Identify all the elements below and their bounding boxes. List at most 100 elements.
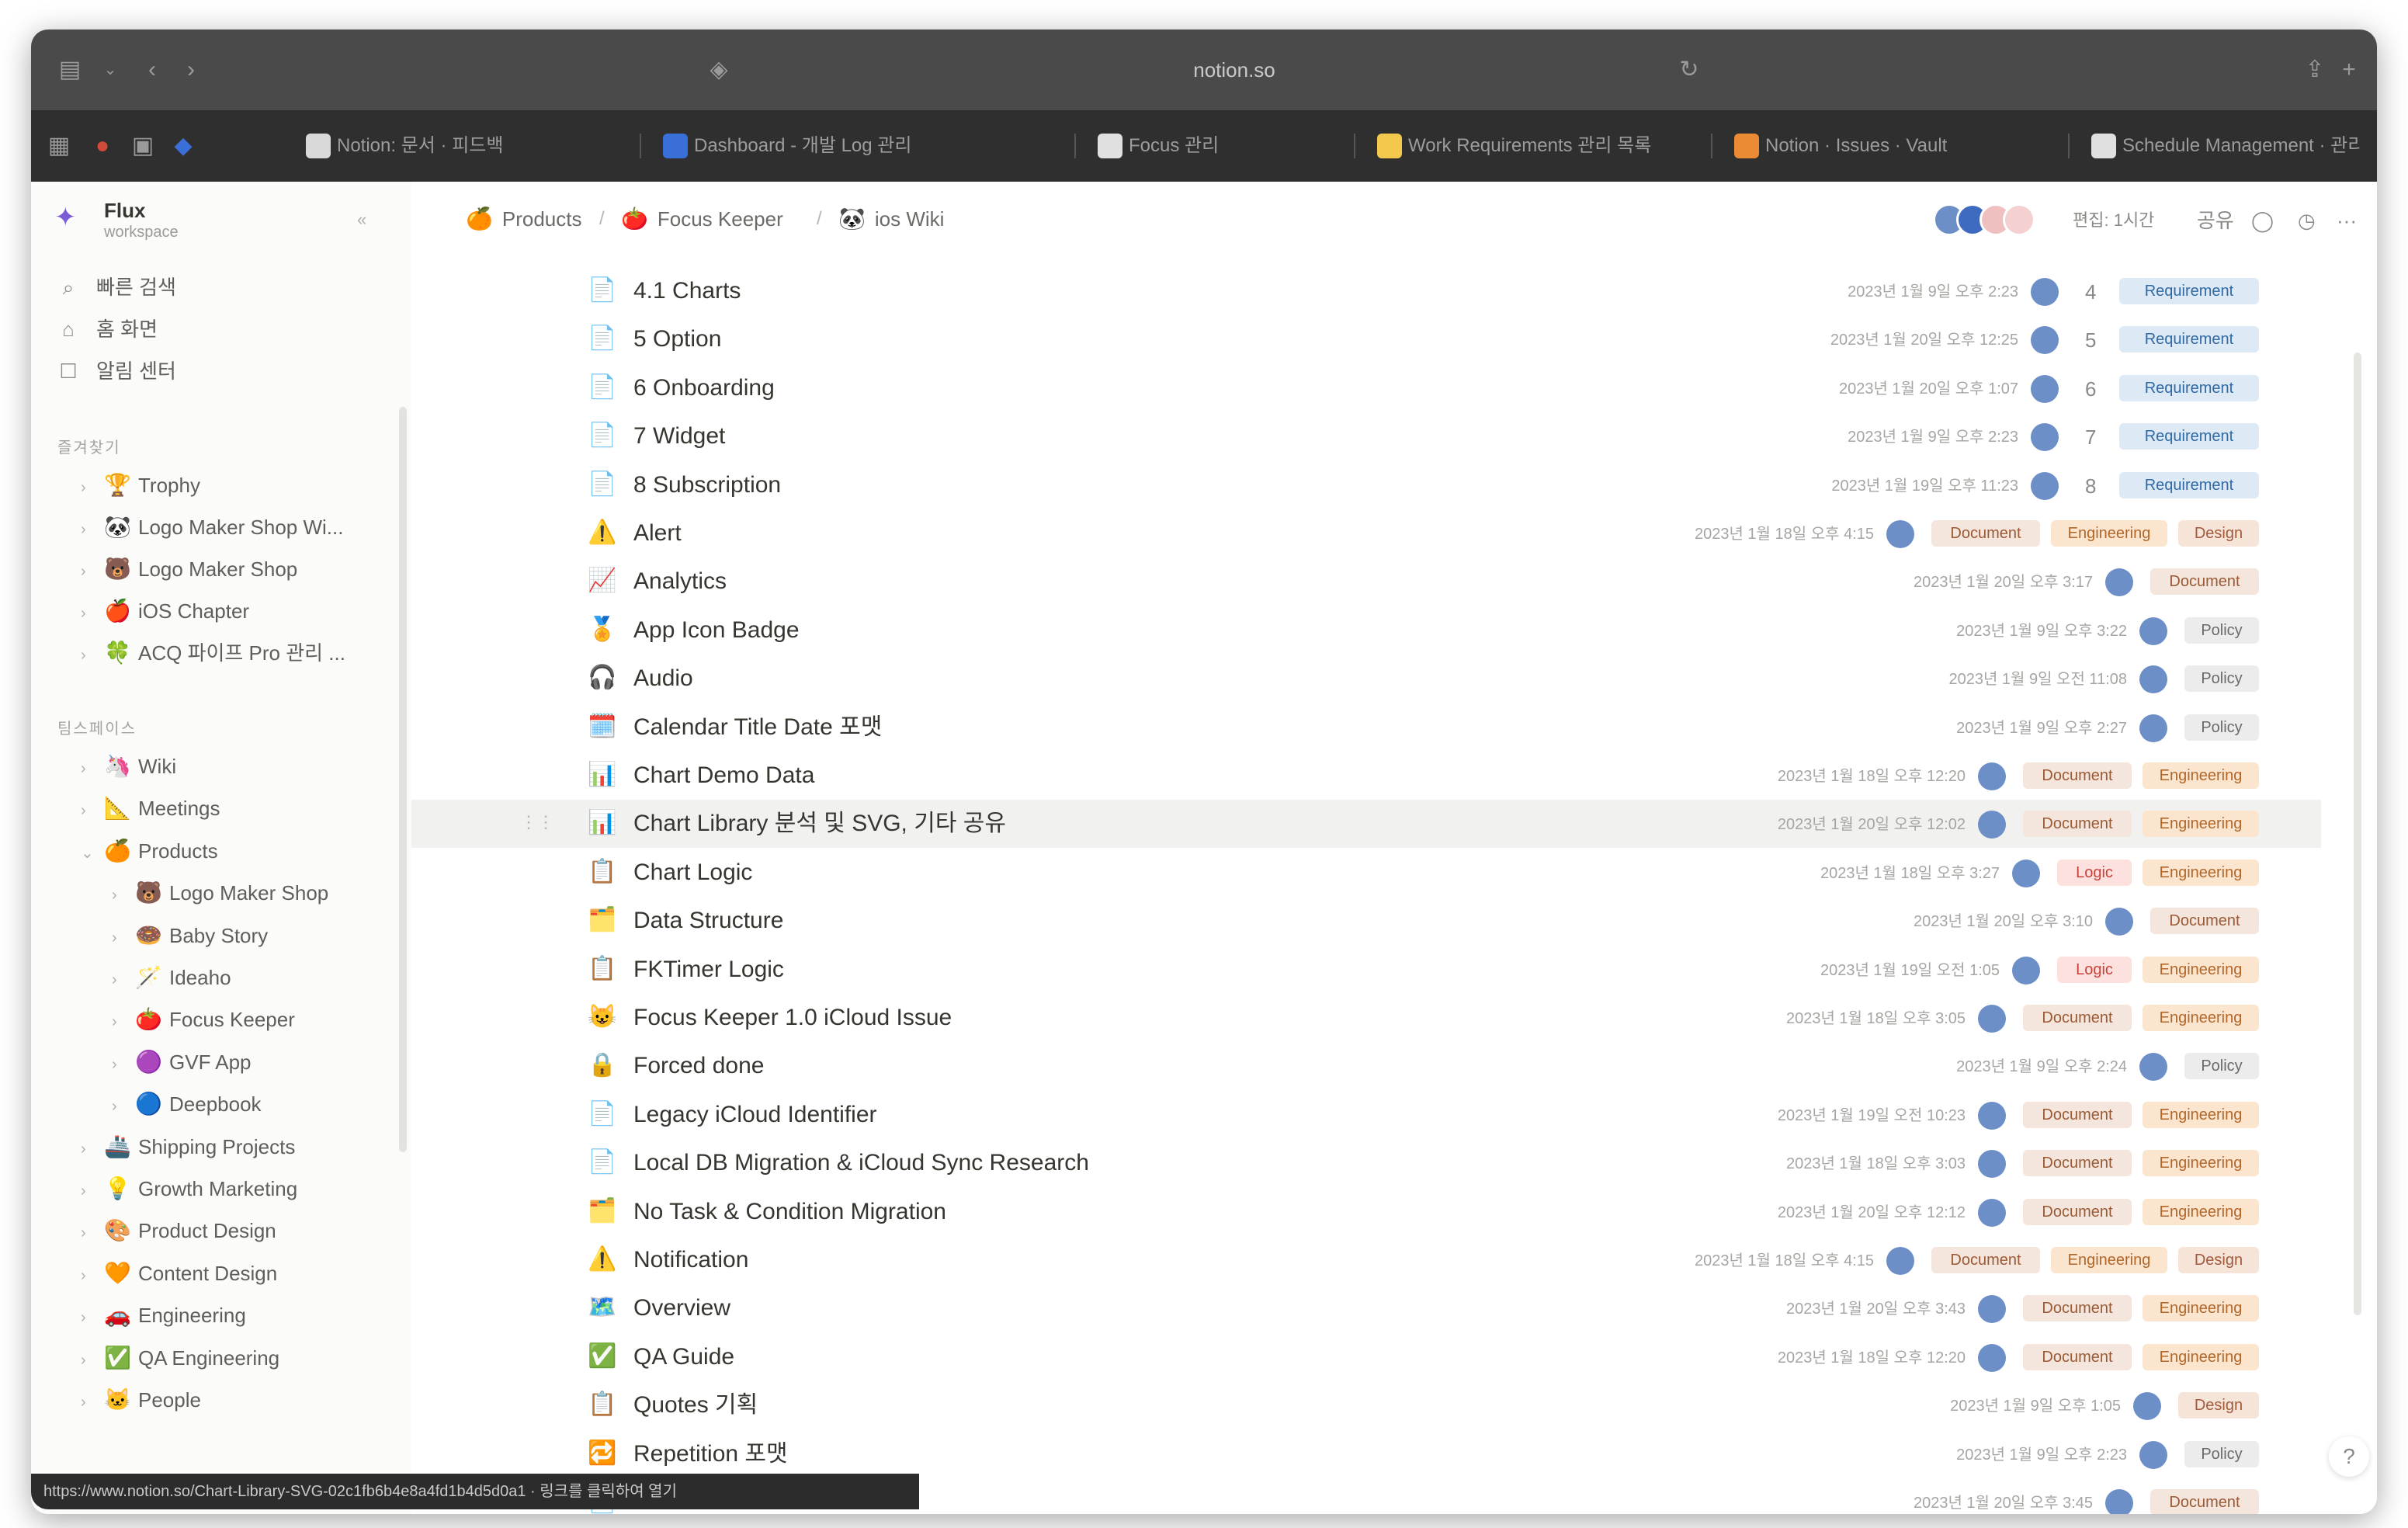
browser-tab[interactable]: Work Requirements 관리 목록: [1366, 121, 1692, 171]
chevron-right-icon[interactable]: ›: [112, 1045, 135, 1084]
sidebar-tree-item[interactable]: › 🪄 Ideaho: [112, 958, 231, 997]
chevron-right-icon[interactable]: ›: [81, 594, 104, 633]
table-row[interactable]: 📄 Local DB Migration & iCloud Sync Resear…: [411, 1139, 2321, 1187]
row-title[interactable]: Local DB Migration & iCloud Sync Researc…: [633, 1147, 1089, 1179]
row-title[interactable]: 8 Subscription: [633, 469, 781, 502]
table-row[interactable]: 📄 4.1 Charts Requirement 4 2023년 1월 9일 오후 2:…: [411, 267, 2321, 315]
row-title[interactable]: Chart Demo Data: [633, 759, 814, 792]
sidebar-tree-item[interactable]: › 🧡 Content Design: [81, 1254, 277, 1293]
table-row[interactable]: 🗂️ No Task & Condition Migration Engineeri…: [411, 1188, 2321, 1236]
sidebar-tree-item[interactable]: › 🚢 Shipping Projects: [81, 1127, 295, 1166]
row-title[interactable]: 5 Option: [633, 323, 721, 356]
browser-tab[interactable]: Schedule Management · 관리: [2080, 121, 2360, 171]
sidebar-item-inbox[interactable]: ☐ 알림 센터: [53, 352, 176, 390]
row-title[interactable]: Chart Library 분석 및 SVG, 기타 공유: [633, 807, 1006, 840]
pinned-tab-icon-3[interactable]: ◆: [163, 126, 203, 166]
table-row[interactable]: ⚠️ Notification Design Engineering Document 2…: [411, 1236, 2321, 1284]
row-title[interactable]: Forced done: [633, 1050, 764, 1082]
clock-icon[interactable]: ◷: [2298, 202, 2316, 239]
url-bar[interactable]: notion.so: [1133, 53, 1335, 87]
sidebar-tree-item[interactable]: › 🍩 Baby Story: [112, 916, 268, 955]
chevron-right-icon[interactable]: ›: [81, 1130, 104, 1169]
pinned-tab-icon[interactable]: ●: [82, 126, 123, 166]
sidebar-item-search[interactable]: ⌕ 빠른 검색: [53, 269, 176, 306]
table-row[interactable]: 📄 Legacy iCloud Identifier Engineering Docu…: [411, 1091, 2321, 1139]
chevron-right-icon[interactable]: ›: [112, 876, 135, 915]
table-row[interactable]: ⚠️ Alert Design Engineering Document 2023년 1월…: [411, 509, 2321, 557]
row-title[interactable]: 4.1 Charts: [633, 275, 741, 307]
sidebar-tree-item[interactable]: › 🔵 Deepbook: [112, 1085, 262, 1123]
chevron-right-icon[interactable]: ›: [112, 1002, 135, 1041]
table-row[interactable]: ✅ QA Guide Engineering Document 2023년 1월 18일…: [411, 1333, 2321, 1381]
back-icon[interactable]: ‹: [132, 50, 172, 90]
chevron-right-icon[interactable]: ›: [81, 1383, 104, 1422]
chevron-right-icon[interactable]: ›: [112, 919, 135, 957]
sidebar-tree-item[interactable]: › 📐 Meetings: [81, 789, 220, 828]
browser-tab[interactable]: Notion: 문서 · 피드백: [295, 121, 621, 171]
browser-tab[interactable]: Focus 관리: [1087, 121, 1335, 171]
sidebar-tree-item[interactable]: ⌄ 🍊 Products: [81, 832, 218, 870]
table-row[interactable]: 📋 FKTimer Logic Engineering Logic 2023년 1월 1…: [411, 946, 2321, 994]
row-title[interactable]: 7 Widget: [633, 420, 725, 453]
row-title[interactable]: Data Structure: [633, 905, 783, 937]
row-title[interactable]: 6 Onboarding: [633, 372, 775, 405]
row-title[interactable]: Calendar Title Date 포맷: [633, 711, 882, 744]
shield-icon[interactable]: ◈: [699, 50, 739, 90]
share-button[interactable]: 공유: [2197, 202, 2234, 239]
chevron-right-icon[interactable]: ›: [112, 1087, 135, 1126]
favorite-item[interactable]: › 🍎 iOS Chapter: [81, 592, 249, 630]
browser-tab[interactable]: Notion · Issues · Vault: [1723, 121, 2049, 171]
breadcrumb-item[interactable]: 🍅 Focus Keeper: [621, 202, 783, 236]
chevron-right-icon[interactable]: ›: [81, 1341, 104, 1380]
help-icon[interactable]: ?: [2329, 1436, 2369, 1477]
main-scrollbar[interactable]: [2354, 352, 2361, 1315]
tab-overview-icon[interactable]: ▦: [39, 126, 79, 166]
row-title[interactable]: No Task & Condition Migration: [633, 1196, 946, 1228]
table-row[interactable]: 🏅 App Icon Badge Policy 2023년 1월 9일 오후 3:22: [411, 606, 2321, 655]
chevron-down-icon[interactable]: ⌄: [81, 834, 104, 873]
chevron-right-icon[interactable]: ›: [112, 960, 135, 999]
row-title[interactable]: App Icon Badge: [633, 614, 800, 647]
drag-handle-icon[interactable]: ⋮⋮: [520, 812, 554, 832]
chevron-right-icon[interactable]: ›: [81, 1298, 104, 1337]
row-title[interactable]: Focus Keeper 1.0 iCloud Issue: [633, 1002, 952, 1034]
browser-tab[interactable]: Dashboard - 개발 Log 관리: [652, 121, 1056, 171]
favorite-item[interactable]: › 🍀 ACQ 파이프 Pro 관리 ...: [81, 634, 345, 672]
sidebar-tree-item[interactable]: › 🦄 Wiki: [81, 747, 176, 786]
table-row[interactable]: 📊 Chart Demo Data Engineering Document 2023년…: [411, 752, 2321, 800]
row-title[interactable]: Chart Logic: [633, 856, 752, 889]
sidebar-tree-item[interactable]: › 🎨 Product Design: [81, 1211, 276, 1250]
row-title[interactable]: QA Guide: [633, 1341, 734, 1373]
row-title[interactable]: Legacy iCloud Identifier: [633, 1099, 877, 1131]
sidebar-tree-item[interactable]: › 🐻 Logo Maker Shop: [112, 873, 328, 912]
table-row[interactable]: 📋 Chart Logic Engineering Logic 2023년 1월 18일…: [411, 849, 2321, 897]
table-row[interactable]: 📈 Analytics Document 2023년 1월 20일 오후 3:17: [411, 557, 2321, 606]
table-row[interactable]: 📄 7 Widget Requirement 7 2023년 1월 9일 오후 2:23: [411, 412, 2321, 460]
sidebar-tree-item[interactable]: › ✅ QA Engineering: [81, 1339, 279, 1377]
sidebar-tree-item[interactable]: › 🟣 GVF App: [112, 1043, 252, 1082]
favorite-item[interactable]: › 🐼 Logo Maker Shop Wi...: [81, 508, 343, 547]
new-tab-icon[interactable]: +: [2329, 50, 2369, 90]
table-row[interactable]: 📋 Quotes 기획 Design 2023년 1월 9일 오후 1:05: [411, 1381, 2321, 1429]
chevron-right-icon[interactable]: ›: [81, 749, 104, 788]
breadcrumb-item[interactable]: 🍊 Products: [466, 202, 581, 236]
chevron-right-icon[interactable]: ›: [81, 468, 104, 507]
sidebar-tree-item[interactable]: › 🐱 People: [81, 1380, 201, 1419]
row-title[interactable]: FKTimer Logic: [633, 953, 784, 986]
breadcrumb-item[interactable]: 🐼 ios Wiki: [838, 202, 944, 236]
sidebar-toggle-icon[interactable]: ▤: [50, 50, 90, 90]
chevron-right-icon[interactable]: ›: [81, 1256, 104, 1295]
comments-icon[interactable]: ◯: [2251, 202, 2274, 239]
row-title[interactable]: Alert: [633, 517, 682, 550]
table-row[interactable]: 📄 5 Option Requirement 5 2023년 1월 20일 오후 12:…: [411, 315, 2321, 363]
chevron-right-icon[interactable]: ›: [81, 552, 104, 591]
sidebar-tree-item[interactable]: › 🚗 Engineering: [81, 1296, 246, 1335]
row-title[interactable]: Overview: [633, 1292, 730, 1325]
row-title[interactable]: Audio: [633, 662, 693, 695]
table-row[interactable]: ⋮⋮ 📊 Chart Library 분석 및 SVG, 기타 공유 Engineer…: [411, 800, 2321, 849]
table-row[interactable]: 🗂️ Data Structure Document 2023년 1월 20일 오후 …: [411, 897, 2321, 945]
row-title[interactable]: Analytics: [633, 565, 727, 598]
sidebar-item-home[interactable]: ⌂ 홈 화면: [53, 311, 158, 348]
table-row[interactable]: 📄 6 Onboarding Requirement 6 2023년 1월 20일 오후…: [411, 364, 2321, 412]
table-row[interactable]: 🔒 Forced done Policy 2023년 1월 9일 오후 2:24: [411, 1042, 2321, 1090]
